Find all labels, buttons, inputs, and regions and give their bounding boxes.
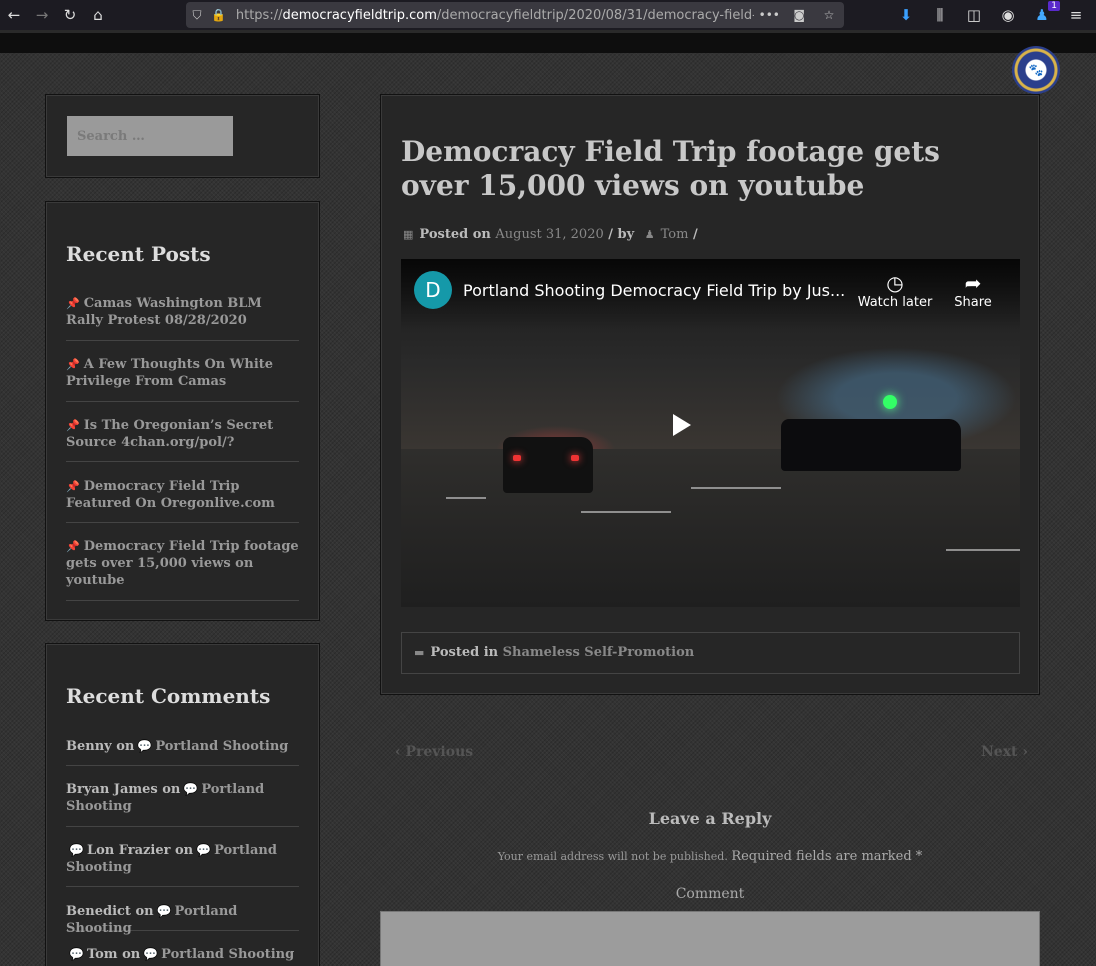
calendar-icon: ▦ [403,228,414,241]
recent-comments-list: Benny on 💬 Portland Shooting Bryan James o… [66,738,299,966]
clock-icon: ◷ [886,271,904,295]
pin-icon: 📌 [66,358,80,371]
list-item: Benedict on 💬 Portland Shooting [66,887,299,936]
post-categories: ▬ Posted in Shameless Self-Promotion [401,632,1020,674]
leave-reply-heading: Leave a Reply [648,809,772,828]
browser-extensions: ⬇ ⫼ ◫ ◉ ♟ 1 ≡ [890,0,1092,30]
extension-icon[interactable]: ♟ 1 [1026,1,1060,29]
channel-avatar[interactable]: D [414,271,452,309]
reload-icon[interactable]: ↻ [56,1,84,29]
pin-icon: 📌 [66,419,80,432]
watch-later-button[interactable]: ◷ Watch later [856,271,934,310]
video-lane-marking [946,549,1020,551]
recent-comments-title: Recent Comments [66,684,271,708]
pin-icon: 📌 [66,297,80,310]
recent-posts-widget: Recent Posts 📌 Camas Washington BLM Rally… [45,201,320,621]
category-link[interactable]: Shameless Self-Promotion [503,645,695,660]
list-item[interactable]: 📌 Democracy Field Trip footage gets over … [66,523,299,601]
recent-posts-list: 📌 Camas Washington BLM Rally Protest 08/2… [66,295,299,601]
pin-icon: 📌 [66,480,80,493]
site-header-bar [0,30,1096,53]
video-traffic-light [883,395,897,409]
list-item: Benny on 💬 Portland Shooting [66,738,299,766]
comment-bubble-icon: 💬 [156,904,172,918]
comment-on: on [116,739,135,754]
post-meta: ▦ Posted on August 31, 2020 / by ♟ Tom / [403,227,698,242]
reply-notes: Your email address will not be published… [497,849,923,864]
comment-bubble-icon: 💬 [137,739,153,753]
list-item[interactable]: 📌 Is The Oregonian’s Secret Source 4chan.… [66,402,299,462]
back-arrow-icon[interactable]: ← [0,1,28,29]
lock-icon[interactable]: 🔒 [208,8,230,22]
comment-bubble-icon: 💬 [183,782,199,796]
previous-post-link[interactable]: ‹ Previous [395,744,473,760]
share-button[interactable]: ➦ Share [949,271,997,310]
share-icon: ➦ [964,271,982,295]
comment-on: on [135,904,154,919]
comment-post-link[interactable]: Portland Shooting [161,947,294,962]
video-title[interactable]: Portland Shooting Democracy Field Trip b… [463,281,853,300]
video-taillight [571,455,579,461]
shield-icon[interactable]: ⛉ [186,8,208,23]
search-input[interactable] [67,116,233,156]
article-title: Democracy Field Trip footage gets over 1… [401,135,940,202]
play-icon[interactable] [673,414,691,436]
list-item: Bryan James on 💬 Portland Shooting [66,766,299,827]
home-icon[interactable]: ⌂ [84,1,112,29]
post-author-link[interactable]: Tom [661,227,689,242]
video-car [503,437,593,493]
forward-arrow-icon[interactable]: → [28,1,56,29]
video-lane-marking [581,511,671,513]
comment-bubble-icon: 💬 [69,843,84,857]
comment-on: on [175,843,194,858]
comment-post-link[interactable]: Portland Shooting [155,739,288,754]
comment-author: Bryan James [66,782,158,797]
comment-author: Benedict [66,904,131,919]
list-item[interactable]: 📌 A Few Thoughts On White Privilege From … [66,341,299,402]
comment-bubble-icon: 💬 [196,843,212,857]
video-car [781,419,961,471]
comment-bubble-icon: 💬 [69,947,84,961]
menu-icon[interactable]: ≡ [1060,1,1092,29]
youtube-video-embed[interactable]: D Portland Shooting Democracy Field Trip… [401,259,1020,607]
list-item: 💬 Lon Frazier on 💬 Portland Shooting [66,827,299,887]
site-logo[interactable]: 🐾 [1012,46,1060,94]
recent-comments-widget: Recent Comments Benny on 💬 Portland Shooti… [45,643,320,966]
recent-posts-title: Recent Posts [66,242,211,266]
comment-bubble-icon: 💬 [143,947,159,961]
video-frame-road [401,449,1020,607]
list-item[interactable]: 📌 Democracy Field Trip Featured On Oregon… [66,462,299,523]
article-panel: Democracy Field Trip footage gets over 1… [380,94,1040,695]
pin-icon: 📌 [66,540,80,553]
comment-label: Comment [675,886,745,902]
url-text[interactable]: https://democracyfieldtrip.com/democracy… [236,8,754,23]
comment-author: Benny [66,739,112,754]
downloads-icon[interactable]: ⬇ [890,1,922,29]
comment-author[interactable]: Lon Frazier [87,843,171,858]
comment-on: on [122,947,141,962]
video-lane-marking [691,487,781,489]
address-bar[interactable]: ⛉ 🔒 https://democracyfieldtrip.com/democ… [186,2,844,28]
user-icon: ♟ [644,228,655,241]
extension-badge: 1 [1048,1,1060,11]
bookmark-star-icon[interactable]: ☆ [814,8,844,22]
pocket-icon[interactable]: ◙ [784,8,814,22]
comment-on: on [162,782,181,797]
video-taillight [513,455,521,461]
page-actions-icon[interactable]: ••• [754,8,784,22]
library-icon[interactable]: ⫼ [924,1,956,29]
folder-icon: ▬ [414,646,425,659]
next-post-link[interactable]: Next › [981,744,1028,760]
account-icon[interactable]: ◉ [992,1,1024,29]
comment-textarea[interactable] [380,911,1040,966]
list-item[interactable]: 📌 Camas Washington BLM Rally Protest 08/2… [66,295,299,341]
search-widget [45,94,320,178]
post-date-link[interactable]: August 31, 2020 [495,227,603,242]
sidebar-icon[interactable]: ◫ [958,1,990,29]
video-lane-marking [446,497,486,499]
comment-author[interactable]: Tom [87,947,118,962]
